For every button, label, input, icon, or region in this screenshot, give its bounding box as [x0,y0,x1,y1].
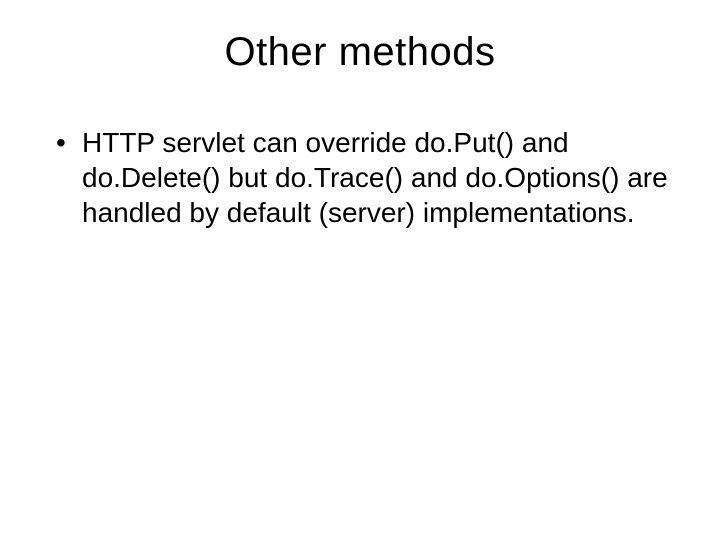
bullet-text: HTTP servlet can override do.Put() and d… [82,127,668,228]
slide-title: Other methods [50,30,670,75]
bullet-item: HTTP servlet can override do.Put() and d… [50,125,670,230]
bullet-list: HTTP servlet can override do.Put() and d… [50,125,670,230]
slide: Other methods HTTP servlet can override … [0,0,720,540]
